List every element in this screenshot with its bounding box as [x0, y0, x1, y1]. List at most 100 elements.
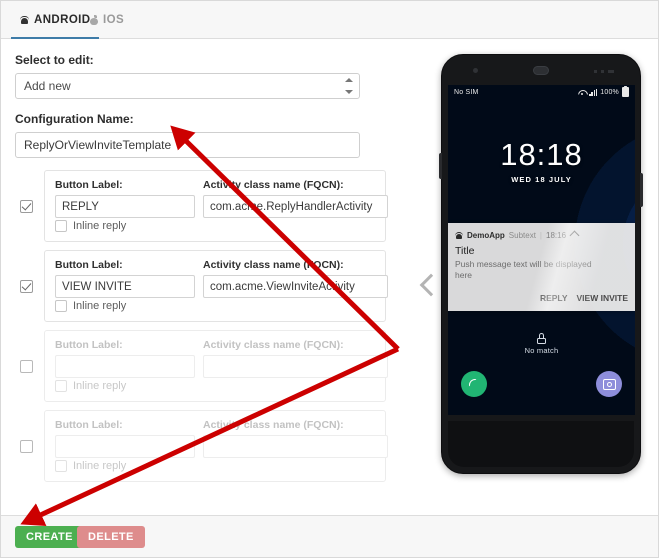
tab-ios[interactable]: IOS: [81, 1, 133, 39]
activity-class-input[interactable]: [203, 195, 388, 218]
lock-icon: [537, 333, 546, 344]
row-panel: Button Label: Activity class name (FQCN)…: [44, 330, 388, 402]
button-label-input[interactable]: [55, 275, 195, 298]
button-label-group: Button Label:: [55, 419, 195, 458]
earpiece-icon: [533, 66, 549, 75]
platform-tabbar: ANDROID IOS: [1, 1, 658, 39]
notification-card[interactable]: DemoApp Subtext | 18:16 Title Push messa…: [448, 223, 635, 311]
inline-reply-wrapper: Inline reply: [55, 300, 126, 312]
phone-handset-icon: [468, 378, 480, 390]
chevron-left-icon[interactable]: [419, 273, 443, 297]
tab-ios-label: IOS: [103, 14, 125, 26]
camera-icon: [602, 378, 616, 390]
activity-class-caption: Activity class name (FQCN):: [203, 179, 344, 191]
button-label-input[interactable]: [55, 435, 195, 458]
lock-status: No match: [448, 333, 635, 355]
lockscreen-date: WED 18 JULY: [511, 175, 572, 184]
inline-reply-checkbox[interactable]: [55, 380, 67, 392]
status-icons: 100%: [578, 85, 629, 97]
row-panel: Button Label: Activity class name (FQCN)…: [44, 170, 388, 242]
notification-app-name: DemoApp: [467, 231, 505, 240]
activity-class-group: Activity class name (FQCN):: [203, 179, 388, 218]
configuration-name-label: Configuration Name:: [15, 112, 134, 126]
android-icon: [20, 15, 29, 25]
front-camera-icon: [473, 68, 478, 73]
button-rows-list: Button Label: Activity class name (FQCN)…: [15, 170, 413, 482]
inline-reply-checkbox[interactable]: [55, 300, 67, 312]
button-row: Button Label: Activity class name (FQCN)…: [15, 330, 413, 402]
camera-shortcut[interactable]: [596, 371, 622, 397]
notification-separator: |: [539, 231, 542, 240]
button-label-input[interactable]: [55, 355, 195, 378]
button-label-group: Button Label:: [55, 179, 195, 218]
delete-button[interactable]: DELETE: [77, 526, 145, 548]
activity-class-group: Activity class name (FQCN):: [203, 419, 388, 458]
chevron-up-icon[interactable]: [569, 230, 580, 241]
notification-action-reply[interactable]: REPLY: [540, 293, 568, 303]
select-to-edit-dropdown[interactable]: Add new: [15, 73, 360, 99]
select-to-edit-label: Select to edit:: [15, 53, 94, 67]
inline-reply-wrapper: Inline reply: [55, 220, 126, 232]
inline-reply-checkbox[interactable]: [55, 460, 67, 472]
wifi-icon: [578, 89, 586, 95]
phone-mockup: No SIM 100% 18:18 WED 18 JULY DemoApp Su…: [439, 54, 643, 474]
lockscreen-clock: 18:18: [500, 137, 583, 172]
lock-status-text: No match: [524, 346, 559, 355]
inline-reply-label: Inline reply: [73, 220, 127, 232]
button-label-group: Button Label:: [55, 339, 195, 378]
button-label-input[interactable]: [55, 195, 195, 218]
phone-preview: No SIM 100% 18:18 WED 18 JULY DemoApp Su…: [413, 39, 658, 516]
battery-percent-label: 100%: [600, 88, 619, 96]
row-enable-checkbox[interactable]: [20, 440, 33, 453]
row-panel: Button Label: Activity class name (FQCN)…: [44, 410, 388, 482]
battery-icon: [622, 85, 629, 97]
notification-action-view-invite[interactable]: VIEW INVITE: [577, 293, 628, 303]
button-label-caption: Button Label:: [55, 419, 123, 431]
notification-header: DemoApp Subtext | 18:16: [455, 230, 628, 241]
button-row: Button Label: Activity class name (FQCN)…: [15, 170, 413, 242]
notification-time: 18:16: [546, 231, 567, 240]
app-root: ANDROID IOS Select to edit: Add new Conf…: [0, 0, 659, 558]
notification-actions: REPLY VIEW INVITE: [540, 293, 628, 303]
button-row: Button Label: Activity class name (FQCN)…: [15, 410, 413, 482]
activity-class-input[interactable]: [203, 355, 388, 378]
button-label-group: Button Label:: [55, 259, 195, 298]
button-label-caption: Button Label:: [55, 339, 123, 351]
status-bar: No SIM 100%: [448, 85, 635, 99]
inline-reply-checkbox[interactable]: [55, 220, 67, 232]
carrier-label: No SIM: [454, 88, 479, 96]
row-enable-checkbox[interactable]: [20, 280, 33, 293]
android-app-icon: [455, 231, 463, 240]
sensor-array-icon: [594, 70, 614, 73]
create-button[interactable]: CREATE: [15, 526, 84, 548]
activity-class-group: Activity class name (FQCN):: [203, 339, 388, 378]
notification-subtext: Subtext: [508, 231, 536, 240]
inline-reply-label: Inline reply: [73, 380, 127, 392]
select-to-edit-wrapper: Add new: [15, 73, 360, 99]
notification-body: Push message text will be displayed here: [455, 259, 592, 281]
form-footer: CREATE DELETE: [1, 515, 658, 557]
button-row: Button Label: Activity class name (FQCN)…: [15, 250, 413, 322]
phone-screen: No SIM 100% 18:18 WED 18 JULY DemoApp Su…: [448, 85, 635, 415]
apple-icon: [90, 15, 98, 25]
row-panel: Button Label: Activity class name (FQCN)…: [44, 250, 388, 322]
activity-class-input[interactable]: [203, 435, 388, 458]
activity-class-caption: Activity class name (FQCN):: [203, 419, 344, 431]
notification-title: Title: [455, 245, 475, 257]
activity-class-group: Activity class name (FQCN):: [203, 259, 388, 298]
activity-class-caption: Activity class name (FQCN):: [203, 339, 344, 351]
activity-class-input[interactable]: [203, 275, 388, 298]
inline-reply-wrapper: Inline reply: [55, 460, 126, 472]
row-enable-checkbox[interactable]: [20, 360, 33, 373]
row-enable-checkbox[interactable]: [20, 200, 33, 213]
inline-reply-wrapper: Inline reply: [55, 380, 126, 392]
activity-class-caption: Activity class name (FQCN):: [203, 259, 344, 271]
phone-shortcut[interactable]: [461, 371, 487, 397]
inline-reply-label: Inline reply: [73, 300, 127, 312]
button-label-caption: Button Label:: [55, 259, 123, 271]
button-label-caption: Button Label:: [55, 179, 123, 191]
signal-icon: [589, 88, 598, 96]
configuration-name-input[interactable]: [15, 132, 360, 158]
config-form: Select to edit: Add new Configuration Na…: [1, 39, 413, 516]
phone-chin: [448, 421, 634, 467]
